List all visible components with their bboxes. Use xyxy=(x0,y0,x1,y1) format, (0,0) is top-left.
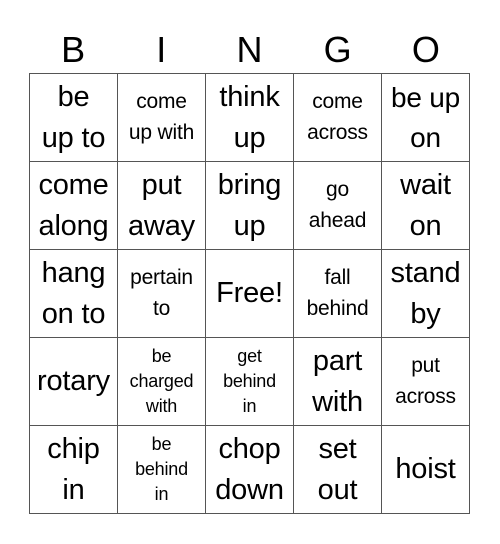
bingo-header: B I N G O xyxy=(29,30,471,70)
bingo-cell[interactable]: bring up xyxy=(206,162,294,250)
bingo-cell[interactable]: set out xyxy=(294,426,382,514)
header-letter-i: I xyxy=(156,29,167,70)
bingo-cell[interactable]: put across xyxy=(382,338,470,426)
bingo-card-grid: be up to come up with think up come across b… xyxy=(29,73,470,514)
bingo-cell[interactable]: put away xyxy=(118,162,206,250)
bingo-cell-free-space[interactable]: Free! xyxy=(206,250,294,338)
bingo-cell[interactable]: hang on to xyxy=(30,250,118,338)
bingo-cell[interactable]: be up on xyxy=(382,74,470,162)
bingo-cell[interactable]: be behind in xyxy=(118,426,206,514)
header-letter-n: N xyxy=(236,29,263,70)
header-letter-g: G xyxy=(323,29,352,70)
bingo-cell[interactable]: fall behind xyxy=(294,250,382,338)
bingo-cell[interactable]: come along xyxy=(30,162,118,250)
bingo-cell[interactable]: be up to xyxy=(30,74,118,162)
bingo-cell[interactable]: come up with xyxy=(118,74,206,162)
bingo-cell[interactable]: come across xyxy=(294,74,382,162)
header-letter-o: O xyxy=(411,29,440,70)
bingo-cell[interactable]: pertain to xyxy=(118,250,206,338)
bingo-cell[interactable]: be charged with xyxy=(118,338,206,426)
bingo-cell[interactable]: stand by xyxy=(382,250,470,338)
bingo-cell[interactable]: wait on xyxy=(382,162,470,250)
bingo-cell[interactable]: rotary xyxy=(30,338,118,426)
header-letter-b: B xyxy=(61,29,86,70)
bingo-cell[interactable]: part with xyxy=(294,338,382,426)
bingo-cell[interactable]: think up xyxy=(206,74,294,162)
bingo-cell[interactable]: get behind in xyxy=(206,338,294,426)
bingo-cell[interactable]: go ahead xyxy=(294,162,382,250)
bingo-cell[interactable]: chip in xyxy=(30,426,118,514)
bingo-cell[interactable]: hoist xyxy=(382,426,470,514)
bingo-cell[interactable]: chop down xyxy=(206,426,294,514)
